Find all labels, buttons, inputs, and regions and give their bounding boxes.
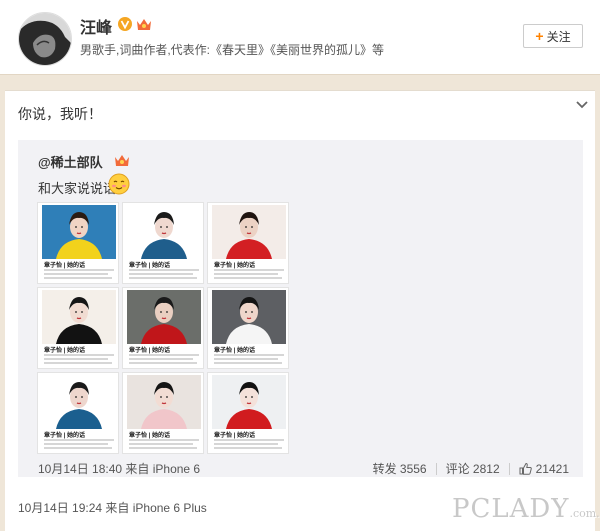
follow-button[interactable]: + 关注 xyxy=(523,24,583,48)
profile-header: 汪峰 男歌手,词曲作者,代表作:《春天里》《美丽世界的孤儿》等 + 关注 xyxy=(0,0,600,75)
chevron-down-icon[interactable] xyxy=(576,101,588,109)
repost-user-link[interactable]: @稀土部队 xyxy=(38,152,103,171)
watermark: PCLADY.com.cn xyxy=(452,494,600,524)
user-bio: 男歌手,词曲作者,代表作:《春天里》《美丽世界的孤儿》等 xyxy=(80,43,385,57)
repost-image-thumbnail[interactable]: 章子怡 | 她的话 xyxy=(207,202,289,284)
forward-button[interactable]: 转发 3556 xyxy=(373,460,427,477)
image-caption: 章子怡 | 她的话 xyxy=(214,433,256,439)
repost-image-thumbnail[interactable]: 章子怡 | 她的话 xyxy=(122,202,204,284)
image-caption: 章子怡 | 她的话 xyxy=(44,433,86,439)
post-text: 你说，我听！ xyxy=(18,106,102,122)
repost-image-thumbnail[interactable]: 章子怡 | 她的话 xyxy=(37,202,119,284)
repost-image-thumbnail[interactable]: 章子怡 | 她的话 xyxy=(122,372,204,454)
repost-image-thumbnail[interactable]: 章子怡 | 她的话 xyxy=(207,287,289,369)
repost-image-thumbnail[interactable]: 章子怡 | 她的话 xyxy=(207,372,289,454)
repost-actions: 转发 3556 评论 2812 21421 xyxy=(373,460,569,477)
comment-button[interactable]: 评论 2812 xyxy=(446,460,500,477)
like-button[interactable]: 21421 xyxy=(519,462,569,476)
watermark-domain: .com.cn xyxy=(569,507,600,520)
image-caption: 章子怡 | 她的话 xyxy=(129,433,171,439)
image-caption: 章子怡 | 她的话 xyxy=(214,263,256,269)
image-caption: 章子怡 | 她的话 xyxy=(44,348,86,354)
blushing-smile-emoji-icon xyxy=(108,173,130,195)
vip-crown-icon xyxy=(115,155,129,166)
watermark-text: PCLADY xyxy=(452,494,570,524)
post-card: 你说，我听！ @稀土部队 和大家说说话 章子怡 | 她的话 章子怡 | 她的话 章子… xyxy=(5,90,595,531)
follow-label: 关注 xyxy=(546,29,571,44)
post-timestamp[interactable]: 10月14日 19:24 来自 iPhone 6 Plus xyxy=(18,499,207,516)
divider xyxy=(435,462,437,475)
vip-crown-icon xyxy=(137,19,151,30)
repost-image-thumbnail[interactable]: 章子怡 | 她的话 xyxy=(122,287,204,369)
image-caption: 章子怡 | 她的话 xyxy=(44,263,86,269)
thumbs-up-icon xyxy=(519,462,532,475)
verified-icon xyxy=(118,17,132,31)
image-grid: 章子怡 | 她的话 章子怡 | 她的话 章子怡 | 她的话 章子怡 | 她的话 章子怡 … xyxy=(37,202,291,455)
like-count: 21421 xyxy=(535,461,569,476)
repost-text: 和大家说说话 xyxy=(38,181,117,196)
image-caption: 章子怡 | 她的话 xyxy=(129,348,171,354)
repost-timestamp[interactable]: 10月14日 18:40 来自 iPhone 6 xyxy=(38,460,200,477)
image-caption: 章子怡 | 她的话 xyxy=(129,263,171,269)
divider xyxy=(508,462,510,475)
reposted-weibo: @稀土部队 和大家说说话 章子怡 | 她的话 章子怡 | 她的话 章子怡 | 她的话… xyxy=(18,140,583,477)
plus-icon: + xyxy=(535,28,544,44)
user-name[interactable]: 汪峰 xyxy=(80,14,112,38)
image-caption: 章子怡 | 她的话 xyxy=(214,348,256,354)
avatar[interactable] xyxy=(18,12,72,66)
repost-image-thumbnail[interactable]: 章子怡 | 她的话 xyxy=(37,287,119,369)
repost-image-thumbnail[interactable]: 章子怡 | 她的话 xyxy=(37,372,119,454)
